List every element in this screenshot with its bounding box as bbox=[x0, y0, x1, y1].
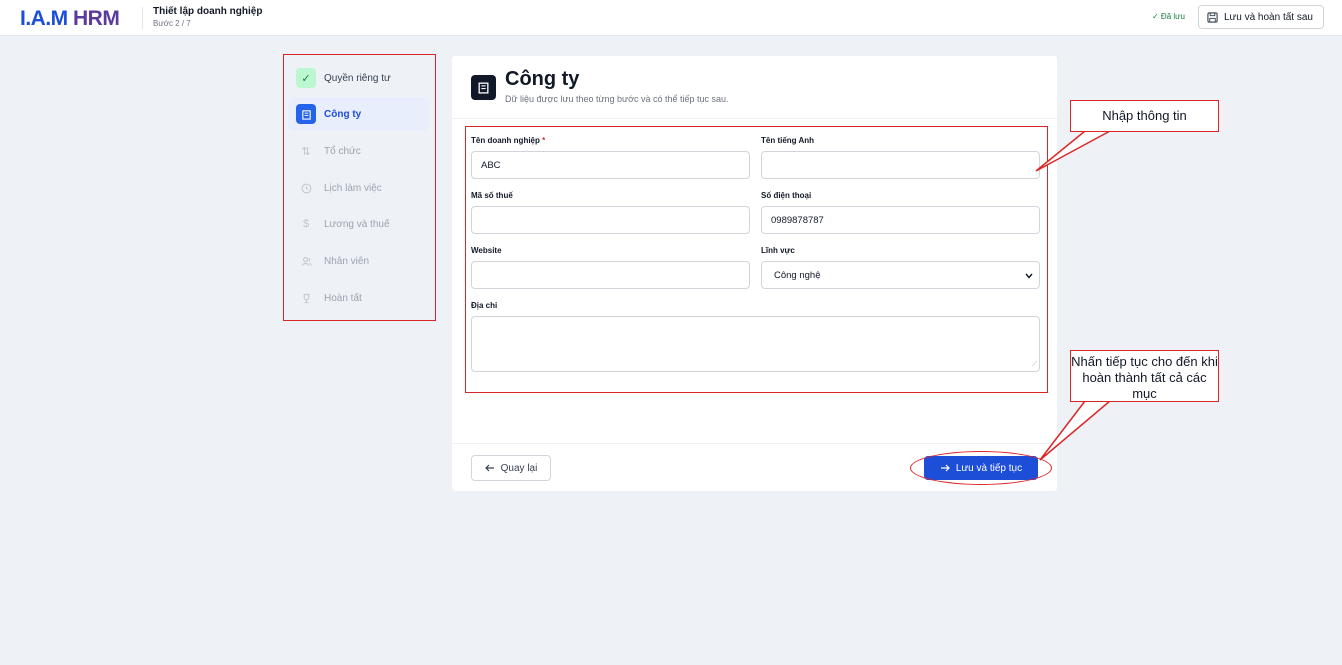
callout-enter-info: Nhập thông tin bbox=[1070, 100, 1219, 132]
sidebar-item-label: Hoàn tất bbox=[324, 292, 362, 304]
dollar-icon: $ bbox=[302, 218, 310, 230]
sidebar-item-privacy[interactable]: ✓ Quyền riêng tư bbox=[288, 61, 429, 95]
saved-status: ✓ Đã lưu bbox=[1152, 12, 1185, 21]
sidebar-item-label: Lương và thuế bbox=[324, 218, 390, 230]
website-label: Website bbox=[471, 246, 502, 255]
header-divider bbox=[142, 7, 143, 29]
phone-input[interactable]: 0989878787 bbox=[761, 206, 1040, 234]
users-icon bbox=[296, 251, 316, 271]
button-annotation-ellipse bbox=[910, 451, 1052, 485]
header-separator bbox=[452, 118, 1057, 119]
page-title: Thiết lập doanh nghiệp bbox=[153, 6, 263, 17]
save-icon bbox=[1207, 11, 1218, 23]
company-name-label-text: Tên doanh nghiệp bbox=[471, 136, 540, 145]
resize-handle-icon[interactable]: ⟋ bbox=[1032, 361, 1037, 369]
save-later-button[interactable]: Lưu và hoàn tất sau bbox=[1198, 5, 1324, 29]
chevron-down-icon bbox=[1025, 271, 1033, 281]
address-textarea[interactable]: ⟋ bbox=[471, 316, 1040, 372]
phone-label: Số điện thoại bbox=[761, 191, 812, 200]
tax-code-input[interactable] bbox=[471, 206, 750, 234]
sidebar-item-label: Tổ chức bbox=[324, 145, 361, 157]
sidebar-item-label: Công ty bbox=[324, 108, 362, 120]
tax-code-label: Mã số thuế bbox=[471, 191, 513, 200]
required-marker: * bbox=[542, 136, 546, 145]
trophy-icon bbox=[296, 288, 316, 308]
card-subtitle: Dữ liệu được lưu theo từng bước và có th… bbox=[505, 94, 729, 104]
sidebar-item-organization[interactable]: ⇅ Tổ chức bbox=[288, 134, 429, 168]
steps-sidebar: ✓ Quyền riêng tư Công ty ⇅ Tổ chức Lịch … bbox=[283, 54, 436, 321]
sidebar-item-employees[interactable]: Nhân viên bbox=[288, 244, 429, 278]
logo: I.A.M HRM bbox=[20, 7, 120, 31]
sidebar-item-company[interactable]: Công ty bbox=[288, 97, 429, 131]
english-name-input[interactable] bbox=[761, 151, 1040, 179]
sidebar-item-label: Quyền riêng tư bbox=[324, 72, 391, 84]
footer-separator bbox=[452, 443, 1057, 444]
logo-part2: HRM bbox=[73, 7, 120, 30]
company-name-label: Tên doanh nghiệp * bbox=[471, 136, 545, 145]
industry-select[interactable]: Công nghệ bbox=[761, 261, 1040, 289]
sidebar-item-salary-tax[interactable]: $ Lương và thuế bbox=[288, 207, 429, 241]
sidebar-item-label: Lịch làm việc bbox=[324, 182, 382, 194]
callout-continue: Nhấn tiếp tục cho đến khi hoàn thành tất… bbox=[1070, 350, 1219, 402]
back-button[interactable]: Quay lại bbox=[471, 455, 551, 481]
address-label: Địa chỉ bbox=[471, 301, 498, 310]
building-icon bbox=[296, 104, 316, 124]
building-icon bbox=[471, 75, 496, 100]
company-form-card: Công ty Dữ liệu được lưu theo từng bước … bbox=[451, 55, 1058, 492]
english-name-label: Tên tiếng Anh bbox=[761, 136, 815, 145]
company-name-input[interactable]: ABC bbox=[471, 151, 750, 179]
org-chart-icon: ⇅ bbox=[301, 145, 311, 158]
back-button-label: Quay lại bbox=[500, 462, 538, 474]
arrow-left-icon bbox=[484, 464, 494, 472]
clock-icon bbox=[296, 178, 316, 198]
card-title: Công ty bbox=[505, 68, 580, 90]
sidebar-item-complete[interactable]: Hoàn tất bbox=[288, 281, 429, 315]
industry-label: Lĩnh vực bbox=[761, 246, 795, 255]
industry-selected-value: Công nghệ bbox=[774, 269, 821, 281]
save-later-label: Lưu và hoàn tất sau bbox=[1224, 11, 1313, 23]
top-bar: I.A.M HRM Thiết lập doanh nghiệp Bước 2 … bbox=[0, 0, 1342, 36]
step-indicator: Bước 2 / 7 bbox=[153, 19, 191, 28]
logo-part1: I.A.M bbox=[20, 7, 68, 30]
sidebar-item-label: Nhân viên bbox=[324, 255, 370, 267]
sidebar-item-schedule[interactable]: Lịch làm việc bbox=[288, 171, 429, 205]
check-icon: ✓ bbox=[296, 68, 316, 88]
website-input[interactable] bbox=[471, 261, 750, 289]
